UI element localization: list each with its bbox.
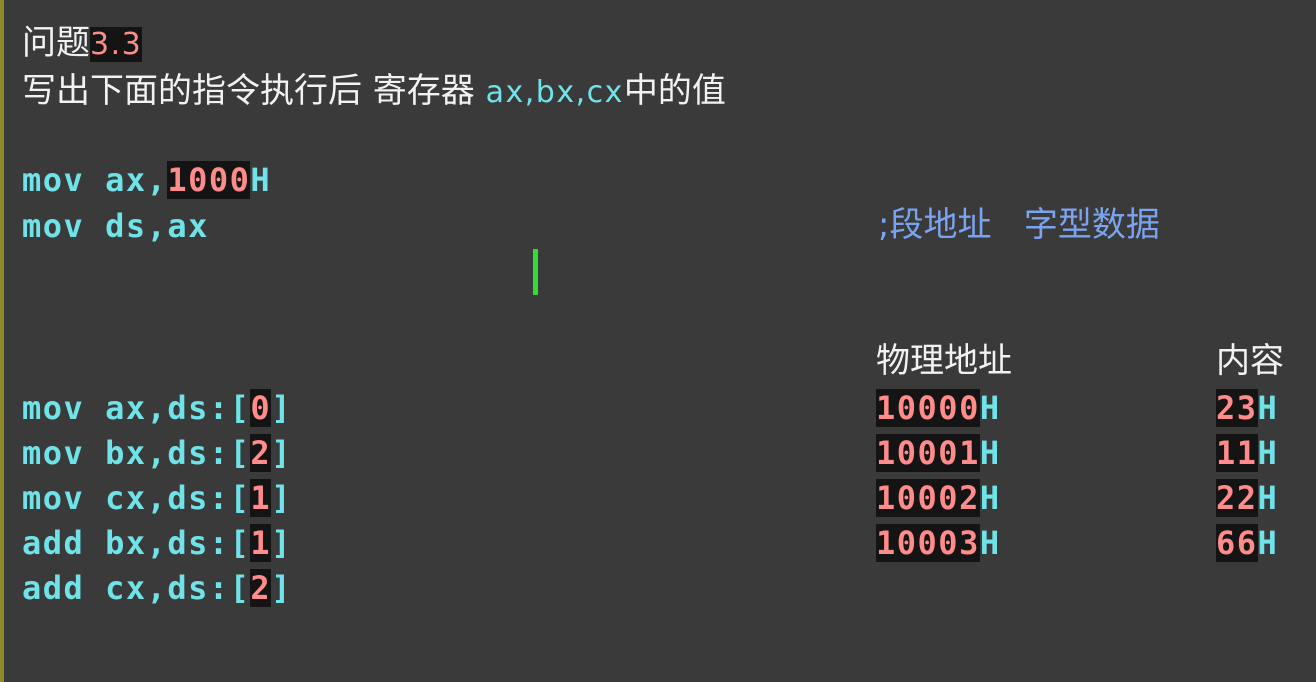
- code-instruction: mov ax,ds:[: [22, 389, 251, 427]
- question-number: 3.3: [90, 27, 143, 62]
- editor-window[interactable]: 问题3.3 写出下面的指令执行后 寄存器 ax,bx,cx中的值 mov ax,…: [0, 0, 1316, 682]
- memory-content-suffix: H: [1257, 524, 1279, 562]
- code-line-1[interactable]: mov ax,1000H: [22, 161, 272, 199]
- code-number: 0: [250, 389, 272, 427]
- memory-content-row-1: 23H: [1216, 389, 1279, 427]
- memory-address-value: 10001: [876, 434, 980, 472]
- editor-gutter-bar: [0, 0, 4, 682]
- code-bracket: ]: [271, 434, 292, 472]
- question-subtitle: 写出下面的指令执行后 寄存器 ax,bx,cx中的值: [22, 74, 726, 108]
- memory-content-suffix: H: [1257, 434, 1279, 472]
- code-line-6[interactable]: add bx,ds:[1]: [22, 524, 292, 562]
- code-instruction: mov bx,ds:[: [22, 434, 251, 472]
- memory-address-row-2: 10001H: [876, 434, 1001, 472]
- memory-address-row-1: 10000H: [876, 389, 1001, 427]
- memory-content-row-3: 22H: [1216, 479, 1279, 517]
- text-cursor: [533, 249, 538, 295]
- code-number: 2: [250, 434, 272, 472]
- memory-content-value: 11: [1216, 434, 1258, 472]
- memory-header-content: 内容: [1216, 341, 1284, 381]
- memory-content-suffix: H: [1257, 389, 1279, 427]
- memory-address-suffix: H: [979, 434, 1001, 472]
- code-line-4[interactable]: mov bx,ds:[2]: [22, 434, 292, 472]
- memory-address-suffix: H: [979, 479, 1001, 517]
- code-instruction: add cx,ds:[: [22, 569, 251, 607]
- code-comment: ;段地址 字型数据: [878, 205, 1160, 245]
- subtitle-text: 写出下面的指令执行后 寄存器: [22, 71, 486, 111]
- code-line-5[interactable]: mov cx,ds:[1]: [22, 479, 292, 517]
- memory-content-suffix: H: [1257, 479, 1279, 517]
- code-instruction: add bx,ds:[: [22, 524, 251, 562]
- memory-header-address: 物理地址: [876, 341, 1012, 381]
- code-number: 1: [250, 479, 272, 517]
- code-line-2[interactable]: mov ds,ax: [22, 210, 209, 242]
- code-line-3[interactable]: mov ax,ds:[0]: [22, 389, 292, 427]
- memory-address-value: 10000: [876, 389, 980, 427]
- code-instruction: mov ax,: [22, 161, 168, 199]
- memory-address-suffix: H: [979, 524, 1001, 562]
- code-instruction: mov cx,ds:[: [22, 479, 251, 517]
- code-bracket: ]: [271, 479, 292, 517]
- memory-content-value: 22: [1216, 479, 1258, 517]
- code-line-7[interactable]: add cx,ds:[2]: [22, 569, 292, 607]
- memory-address-value: 10003: [876, 524, 980, 562]
- subtitle-suffix: 中的值: [623, 71, 726, 111]
- memory-address-row-3: 10002H: [876, 479, 1001, 517]
- code-number: 1000: [167, 161, 251, 199]
- question-title-prefix: 问题: [22, 23, 90, 63]
- memory-address-value: 10002: [876, 479, 980, 517]
- code-bracket: ]: [271, 524, 292, 562]
- memory-content-value: 23: [1216, 389, 1258, 427]
- memory-content-row-4: 66H: [1216, 524, 1279, 562]
- memory-address-suffix: H: [979, 389, 1001, 427]
- memory-content-row-2: 11H: [1216, 434, 1279, 472]
- subtitle-registers: ax,bx,cx: [485, 75, 624, 110]
- code-number: 2: [250, 569, 272, 607]
- code-instruction: mov ds,ax: [22, 207, 209, 245]
- memory-content-value: 66: [1216, 524, 1258, 562]
- code-number: 1: [250, 524, 272, 562]
- memory-address-row-4: 10003H: [876, 524, 1001, 562]
- code-bracket: ]: [271, 569, 292, 607]
- code-suffix: H: [250, 161, 272, 199]
- question-title: 问题3.3: [22, 23, 143, 63]
- code-bracket: ]: [271, 389, 292, 427]
